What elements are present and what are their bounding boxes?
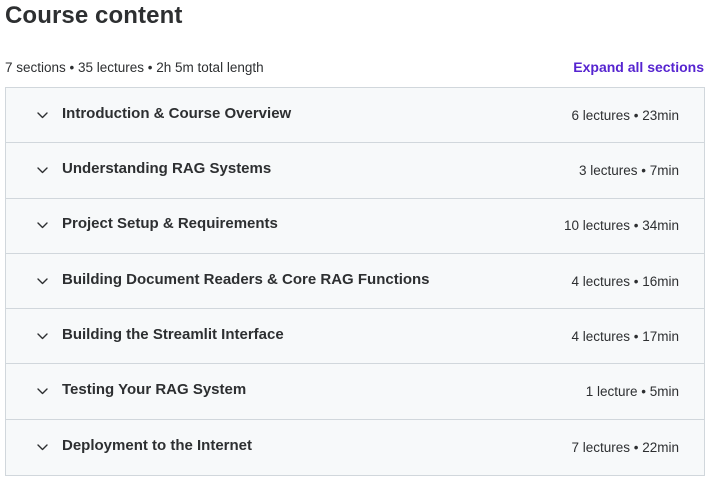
section-title: Project Setup & Requirements	[62, 215, 278, 233]
section-item[interactable]: Project Setup & Requirements 10 lectures…	[6, 198, 704, 254]
page-title: Course content	[5, 2, 183, 29]
chevron-down-icon	[35, 219, 49, 233]
chevron-down-icon	[35, 385, 49, 399]
section-title: Building Document Readers & Core RAG Fun…	[62, 270, 430, 288]
section-item[interactable]: Building Document Readers & Core RAG Fun…	[6, 253, 704, 310]
course-summary: 7 sections • 35 lectures • 2h 5m total l…	[5, 59, 264, 75]
chevron-down-icon	[35, 274, 49, 288]
section-meta: 1 lecture • 5min	[585, 384, 679, 400]
chevron-down-icon	[35, 108, 49, 122]
course-content-panel: Course content 7 sections • 35 lectures …	[0, 0, 710, 479]
section-title: Introduction & Course Overview	[62, 104, 292, 122]
section-meta: 10 lectures • 34min	[563, 218, 679, 234]
section-item[interactable]: Introduction & Course Overview 6 lecture…	[6, 88, 704, 144]
section-title: Building the Streamlit Interface	[62, 325, 284, 343]
section-item[interactable]: Deployment to the Internet 7 lectures • …	[6, 419, 704, 475]
section-item[interactable]: Building the Streamlit Interface 4 lectu…	[6, 309, 704, 365]
sections-accordion: Introduction & Course Overview 6 lecture…	[5, 87, 705, 476]
section-meta: 7 lectures • 22min	[571, 439, 679, 455]
section-meta: 3 lectures • 7min	[578, 162, 679, 178]
section-meta: 4 lectures • 17min	[571, 328, 679, 344]
chevron-down-icon	[35, 163, 49, 177]
section-title: Understanding RAG Systems	[62, 159, 272, 177]
content-summary-row: 7 sections • 35 lectures • 2h 5m total l…	[5, 58, 704, 76]
chevron-down-icon	[35, 440, 49, 454]
section-title: Deployment to the Internet	[62, 436, 253, 454]
expand-all-sections-button[interactable]: Expand all sections	[573, 59, 704, 75]
section-meta: 6 lectures • 23min	[571, 107, 679, 123]
section-title: Testing Your RAG System	[62, 381, 247, 399]
chevron-down-icon	[35, 329, 49, 343]
section-item[interactable]: Testing Your RAG System 1 lecture • 5min	[6, 364, 704, 420]
section-meta: 4 lectures • 16min	[571, 273, 679, 289]
section-item[interactable]: Understanding RAG Systems 3 lectures • 7…	[6, 143, 704, 199]
